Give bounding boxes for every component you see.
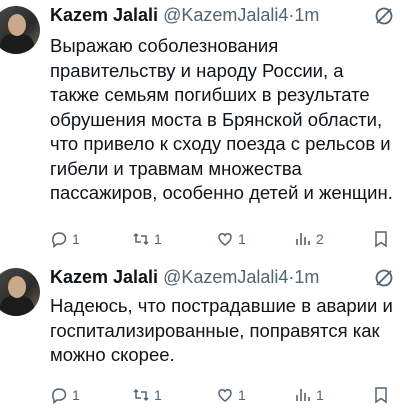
reply-icon [52,388,67,404]
tweet-text-line: гибели и травмам множества [50,157,302,179]
like-icon [218,233,232,246]
views-icon [296,233,310,245]
views-button[interactable]: 1 [294,383,324,407]
like-count: 1 [238,387,246,403]
views-count: 2 [316,231,324,247]
timestamp[interactable]: 1m [294,267,319,287]
timestamp[interactable]: 1m [294,5,319,25]
reply-button[interactable]: 1 [50,227,80,251]
tweet-text: Выражаю соболезнования правительству и н… [50,34,400,206]
tweet-text-line: госпитализированные, поправятся как [50,319,380,341]
retweet-count: 1 [154,387,162,403]
tweet-text-line: правительству и народу России, а [50,59,344,81]
avatar[interactable] [0,268,40,316]
views-count: 1 [316,387,324,403]
reply-count: 1 [72,231,80,247]
tweet-text-line: Надеюсь, что пострадавшие в аварии и [50,295,393,316]
grok-slash-icon[interactable] [374,268,394,288]
like-button[interactable]: 1 [216,383,246,407]
author-name[interactable]: Kazem Jalali [50,267,158,287]
views-icon [296,389,310,401]
bookmark-button[interactable] [372,227,394,251]
views-button[interactable]: 2 [294,227,324,251]
author-name[interactable]: Kazem Jalali [50,5,158,25]
author-handle[interactable]: @KazemJalali4 [163,267,288,287]
reply-icon [52,232,67,248]
bookmark-icon [375,387,387,404]
reply-count: 1 [72,387,80,403]
bookmark-icon [375,231,387,248]
like-button[interactable]: 1 [216,227,246,251]
tweet-text-line: можно скорее. [50,344,175,365]
tweet[interactable]: Kazem Jalali @KazemJalali4·1m Надеюсь, ч… [0,262,400,417]
avatar[interactable] [0,6,40,54]
tweet-text-line: Выражаю соболезнования [50,35,279,56]
tweet-text-line: обрушения моста в Брянской области, [50,108,383,130]
retweet-button[interactable]: 1 [132,227,162,251]
retweet-icon [133,388,149,402]
like-count: 1 [238,231,246,247]
retweet-icon [133,232,149,246]
reply-button[interactable]: 1 [50,383,80,407]
action-bar: 1 1 1 2 [50,227,400,251]
tweet-text-line: пассажиров, особенно детей и женщин. [50,182,393,203]
tweet-text-line: что привело к сходу поезда с рельсов и [50,133,391,154]
author-handle[interactable]: @KazemJalali4 [163,5,288,25]
tweet[interactable]: Kazem Jalali @KazemJalali4·1m Выражаю со… [0,0,400,260]
action-bar: 1 1 1 1 [50,383,400,407]
grok-slash-icon[interactable] [374,6,394,26]
like-icon [218,389,232,402]
retweet-count: 1 [154,231,162,247]
retweet-button[interactable]: 1 [132,383,162,407]
tweet-header: Kazem Jalali @KazemJalali4·1m [50,266,319,288]
tweet-text-line: также семьям погибших в результате [50,84,370,105]
tweet-header: Kazem Jalali @KazemJalali4·1m [50,4,319,26]
tweet-text: Надеюсь, что пострадавшие в аварии и гос… [50,294,400,368]
bookmark-button[interactable] [372,383,394,407]
